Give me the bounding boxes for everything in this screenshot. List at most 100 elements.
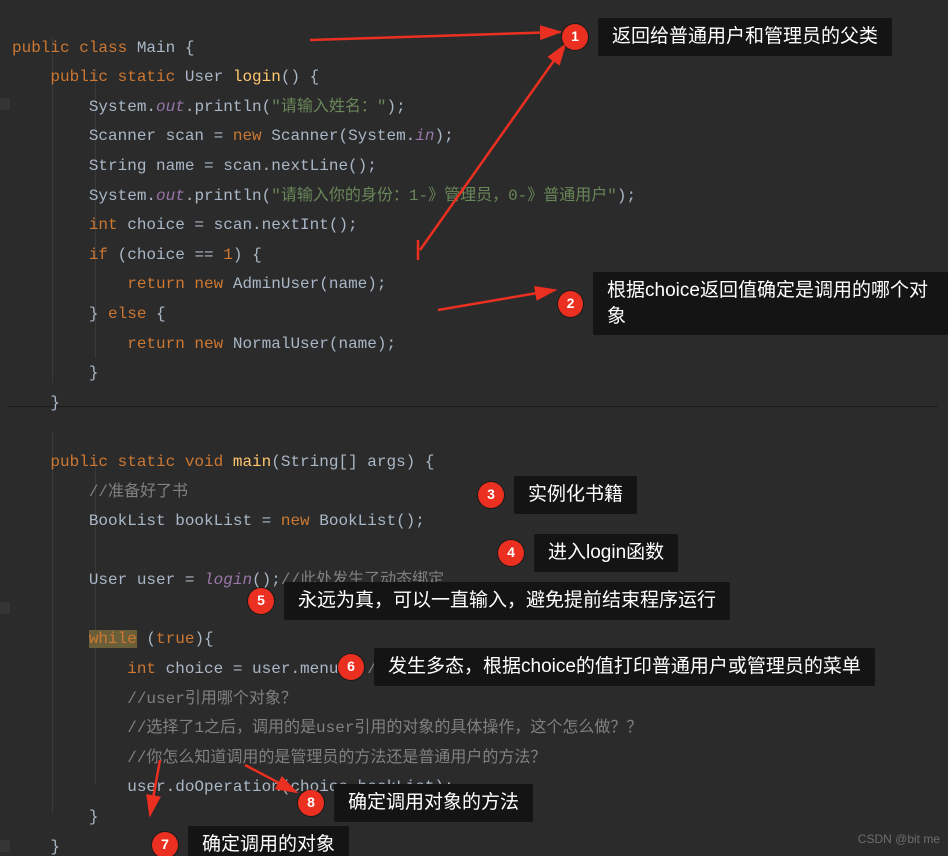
code-token: true [156,630,194,648]
annotation-badge: 3 [478,482,504,508]
code-string: "请输入你的身份：1-》管理员，0-》普通用户" [271,187,617,205]
annotation-4: 4 进入login函数 [498,534,678,572]
code-token: } [50,838,60,856]
code-token: 1 [223,246,233,264]
annotation-badge: 4 [498,540,524,566]
code-token: NormalUser(name); [233,335,396,353]
pad [12,246,89,264]
code-token: out [156,187,185,205]
annotation-text: 确定调用对象的方法 [334,784,533,822]
code-token: Scanner scan = [89,127,233,145]
code-token: () { [281,68,319,86]
pad [12,749,127,767]
code-token: BookList bookList = [89,512,281,530]
code-token-highlight: while [89,630,137,648]
code-token: return new [127,335,233,353]
pad [12,838,50,856]
code-token: (choice == [118,246,224,264]
annotation-7: 7 确定调用的对象 [152,826,349,856]
pad [12,216,89,234]
pad [12,157,89,175]
gutter-marker-icon [0,602,10,614]
pad [12,187,89,205]
annotation-3: 3 实例化书籍 [478,476,637,514]
code-token: BookList(); [319,512,425,530]
annotation-text: 实例化书籍 [514,476,637,514]
code-comment: //user引用哪个对象？ [127,690,297,708]
pad [12,512,89,530]
pad [12,127,89,145]
code-token: login [233,68,281,86]
pad [12,690,127,708]
code-token: out [156,98,185,116]
code-token: return new [127,275,233,293]
code-token: } [89,808,99,826]
code-token: public class [12,39,137,57]
code-token: login [204,571,252,589]
code-token: .println( [185,98,271,116]
annotation-text: 发生多态，根据choice的值打印普通用户或管理员的菜单 [374,648,875,686]
code-token: User user = [89,571,204,589]
annotation-badge: 6 [338,654,364,680]
annotation-text: 返回给普通用户和管理员的父类 [598,18,892,56]
pad [12,394,50,412]
annotation-badge: 5 [248,588,274,614]
code-token: Scanner(System. [271,127,415,145]
code-token: ); [617,187,636,205]
code-token: ( [137,630,156,648]
code-token: ) { [233,246,262,264]
pad [12,305,89,323]
code-token: (String[] args) { [271,453,434,471]
code-token: .println( [185,187,271,205]
code-token: String name = scan.nextLine(); [89,157,377,175]
pad [12,571,89,589]
annotation-5: 5 永远为真，可以一直输入，避免提前结束程序运行 [248,582,730,620]
annotation-badge: 7 [152,832,178,856]
gutter-marker-icon [0,840,10,852]
code-token: public static [50,68,184,86]
code-token: Main [137,39,175,57]
code-token: ); [386,98,405,116]
code-token: System. [89,98,156,116]
pad [12,630,89,648]
pad [12,98,89,116]
code-token: User [185,68,233,86]
code-token: { [156,305,166,323]
pad [12,719,127,737]
annotation-badge: 1 [562,24,588,50]
annotation-text: 进入login函数 [534,534,678,572]
annotation-text: 永远为真，可以一直输入，避免提前结束程序运行 [284,582,730,620]
annotation-badge: 2 [558,291,583,317]
code-token: ){ [194,630,213,648]
code-token: ); [434,127,453,145]
annotation-text: 根据choice返回值确定是调用的哪个对象 [593,272,948,335]
pad [12,68,50,86]
pad [12,453,50,471]
code-token: public static void [50,453,232,471]
annotation-2: 2 根据choice返回值确定是调用的哪个对象 [558,272,948,335]
annotation-badge: 8 [298,790,324,816]
code-token: main [233,453,271,471]
code-token: { [175,39,194,57]
code-token: choice = scan.nextInt(); [127,216,357,234]
code-token: new [233,127,271,145]
pad [12,275,127,293]
watermark: CSDN @bit me [858,828,940,850]
code-token: } [89,305,108,323]
code-token: else [108,305,156,323]
code-token: in [415,127,434,145]
code-block: public class Main { public static User l… [12,4,948,856]
code-editor: public class Main { public static User l… [0,0,948,856]
pad [12,335,127,353]
pad [12,483,89,501]
code-comment: //选择了1之后，调用的是user引用的对象的具体操作，这个怎么做？？ [127,719,642,737]
annotation-1: 1 返回给普通用户和管理员的父类 [562,18,892,56]
code-token: } [50,394,60,412]
code-comment: //准备好了书 [89,483,188,501]
code-token: } [89,364,99,382]
pad [12,660,127,678]
annotation-6: 6 发生多态，根据choice的值打印普通用户或管理员的菜单 [338,648,875,686]
code-token: int [89,216,127,234]
annotation-text: 确定调用的对象 [188,826,349,856]
code-string: "请输入姓名：" [271,98,386,116]
